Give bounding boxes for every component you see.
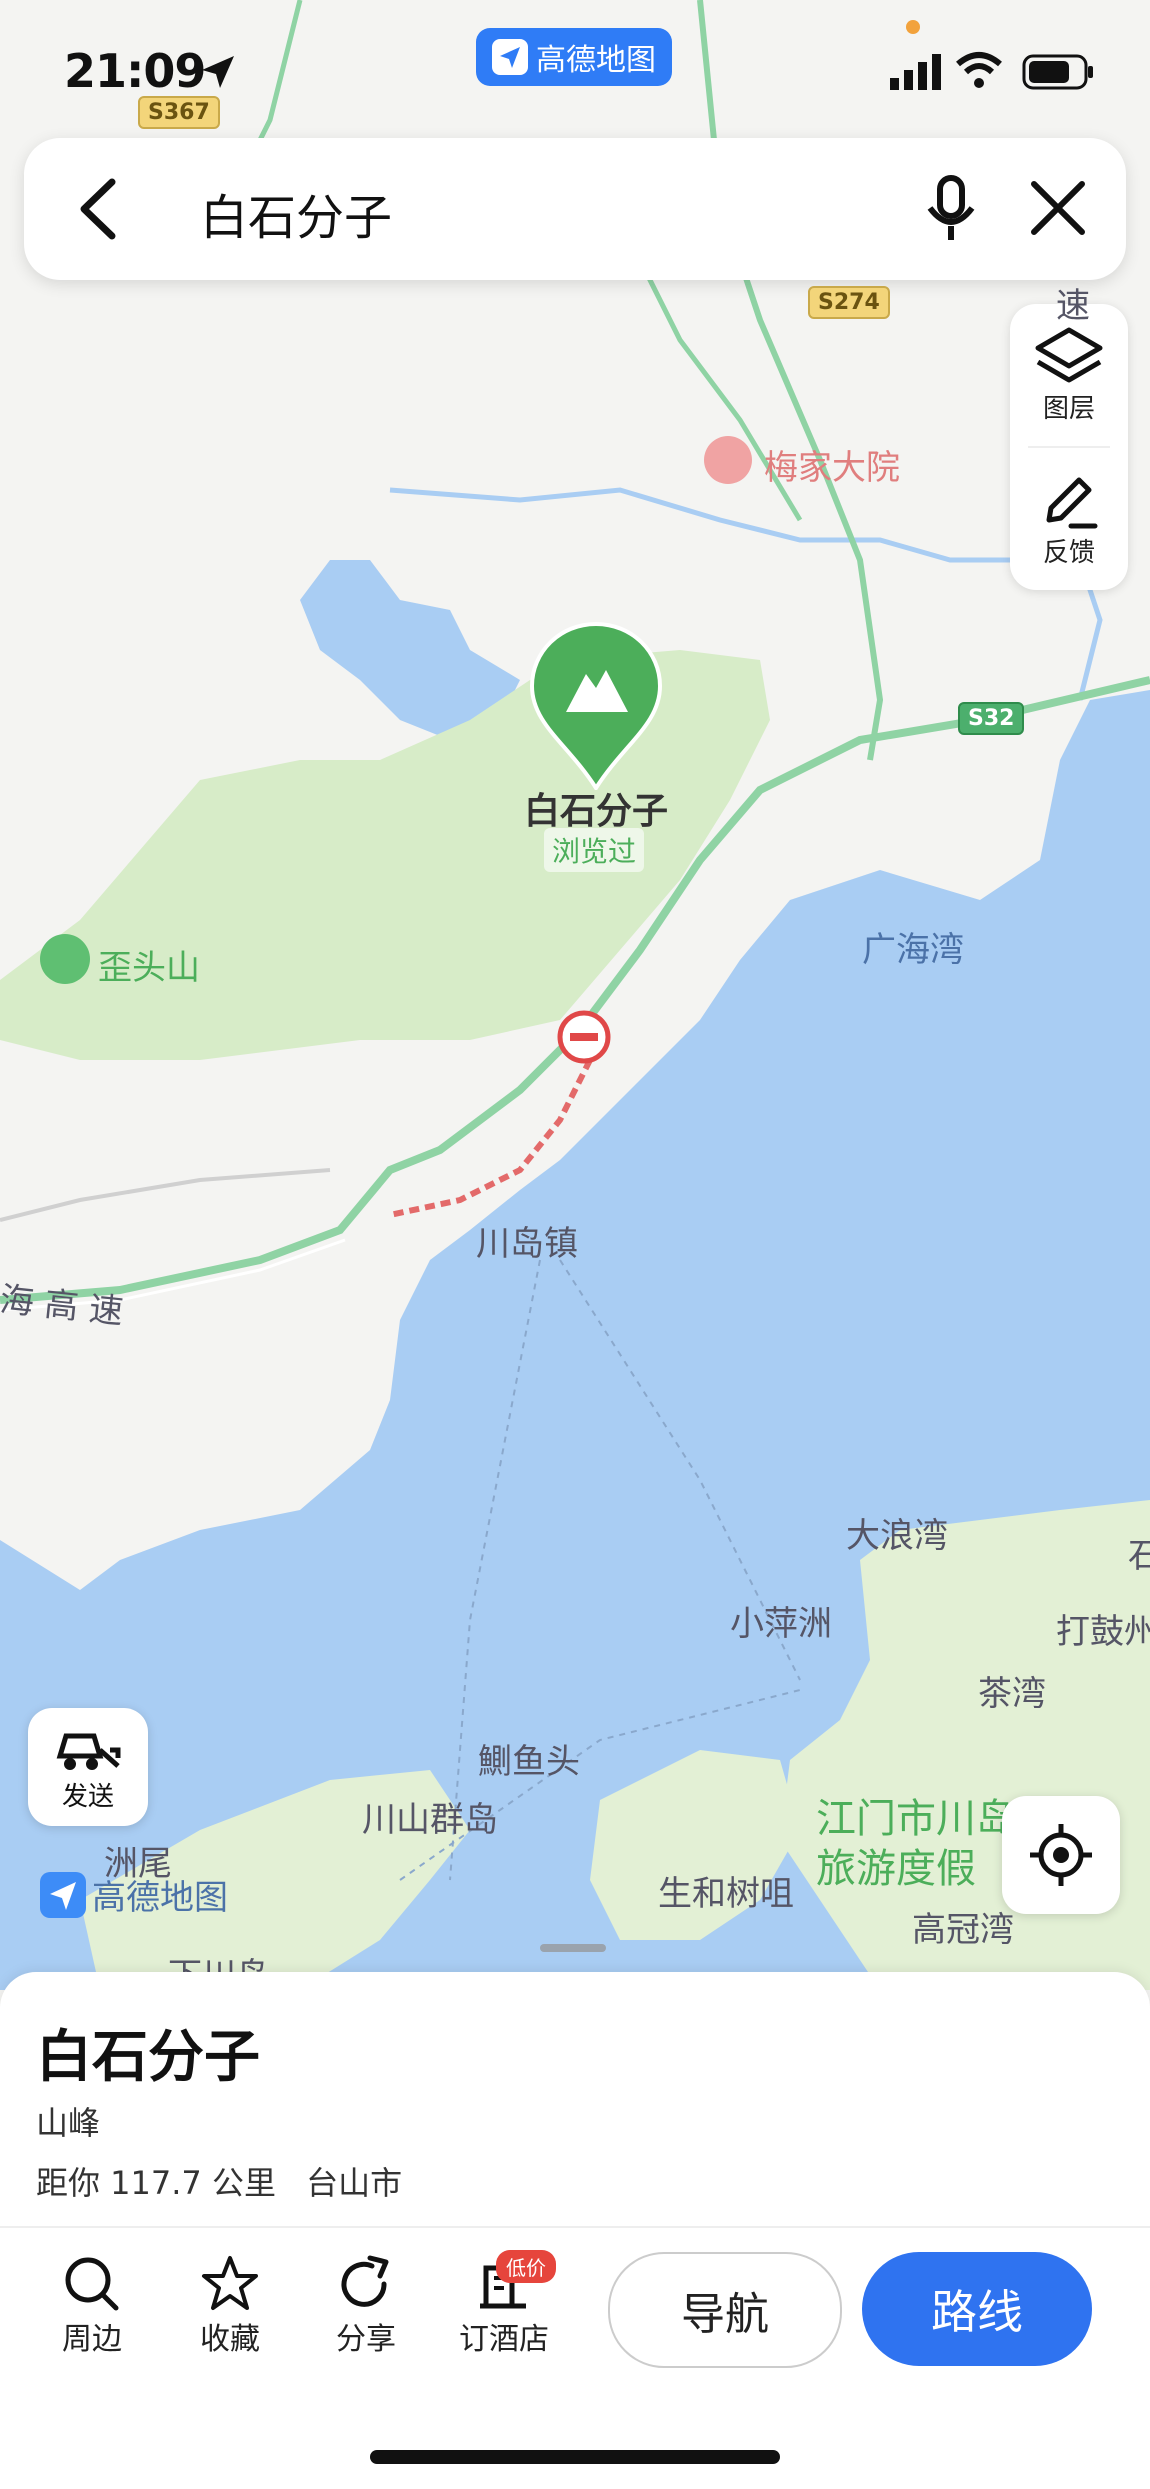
label-shenghe: 生和树咀 bbox=[658, 1874, 794, 1914]
place-pin-icon[interactable] bbox=[528, 620, 664, 790]
map-tools-card: 图层 反馈 bbox=[1010, 304, 1128, 590]
status-time: 21:09 bbox=[64, 44, 206, 98]
locate-me-button[interactable] bbox=[1002, 1796, 1120, 1914]
edit-pencil-icon bbox=[1046, 477, 1098, 529]
label-chuandao: 川岛镇 bbox=[476, 1224, 578, 1264]
low-price-badge: 低价 bbox=[496, 2250, 556, 2283]
navigate-button[interactable]: 导航 bbox=[608, 2252, 842, 2368]
search-bar[interactable]: 白石分子 bbox=[24, 138, 1126, 280]
label-diaoyu: 鰂鱼头 bbox=[478, 1742, 580, 1782]
location-arrow-icon bbox=[202, 56, 234, 88]
label-xiaoping: 小萍洲 bbox=[730, 1604, 832, 1644]
favorite-button[interactable]: 收藏 bbox=[170, 2254, 290, 2358]
car-send-icon bbox=[56, 1733, 121, 1770]
privacy-dot bbox=[906, 20, 920, 34]
amap-watermark-icon bbox=[40, 1871, 86, 1918]
place-distance: 距你 117.7 公里 bbox=[36, 2164, 276, 2202]
locate-crosshair-icon bbox=[1030, 1824, 1092, 1886]
place-distance-row: 距你 117.7 公里 台山市 bbox=[36, 2158, 402, 2204]
road-shield-s367: S367 bbox=[138, 96, 220, 129]
road-shield-s32: S32 bbox=[958, 702, 1025, 735]
nearby-button[interactable]: 周边 bbox=[32, 2254, 152, 2358]
label-edge: 石 bbox=[1128, 1536, 1150, 1576]
label-chuanshan: 川山群岛 bbox=[362, 1800, 498, 1840]
layers-label: 图层 bbox=[1042, 394, 1095, 424]
back-icon[interactable] bbox=[68, 176, 128, 242]
amap-logo-icon bbox=[492, 39, 528, 75]
home-indicator[interactable] bbox=[370, 2450, 780, 2464]
place-city: 台山市 bbox=[306, 2164, 403, 2202]
share-label: 分享 bbox=[336, 2322, 396, 2357]
layers-icon bbox=[1035, 327, 1103, 383]
hotel-label: 订酒店 bbox=[459, 2322, 549, 2357]
sheet-divider bbox=[0, 2226, 1150, 2228]
wifi-icon bbox=[956, 52, 1002, 88]
feedback-label: 反馈 bbox=[1042, 538, 1095, 568]
label-waitou[interactable]: 歪头山 bbox=[98, 940, 200, 989]
label-dalang: 大浪湾 bbox=[846, 1516, 948, 1556]
star-icon bbox=[202, 2256, 258, 2310]
app-return-pill[interactable]: 高德地图 bbox=[476, 28, 672, 86]
poi-meijia-icon bbox=[704, 436, 752, 484]
road-shield-s274: S274 bbox=[808, 286, 890, 319]
label-jiangmen-2[interactable]: 旅游度假 bbox=[816, 1836, 976, 1894]
search-icon bbox=[65, 2257, 119, 2311]
battery-icon bbox=[1022, 54, 1093, 90]
microphone-icon[interactable] bbox=[922, 174, 980, 244]
feedback-button[interactable]: 反馈 bbox=[1010, 470, 1128, 569]
label-dagu: 打鼓州 bbox=[1056, 1612, 1150, 1652]
label-chawan: 茶湾 bbox=[978, 1674, 1046, 1714]
place-title: 白石分子 bbox=[36, 2025, 260, 2090]
search-input[interactable]: 白石分子 bbox=[200, 178, 392, 248]
tools-divider bbox=[1028, 446, 1110, 448]
pin-title: 白石分子 bbox=[524, 791, 669, 832]
share-icon bbox=[341, 2255, 389, 2307]
route-button[interactable]: 路线 bbox=[862, 2252, 1092, 2366]
place-type: 山峰 bbox=[36, 2104, 101, 2142]
close-icon[interactable] bbox=[1028, 178, 1088, 238]
favorite-label: 收藏 bbox=[200, 2322, 260, 2357]
send-to-car-button[interactable]: 发送 bbox=[28, 1708, 148, 1826]
label-suo: 速 bbox=[1056, 286, 1090, 326]
sheet-handle[interactable] bbox=[540, 1944, 606, 1952]
amap-watermark-label: 高德地图 bbox=[92, 1878, 228, 1918]
label-gaoguan: 高冠湾 bbox=[912, 1910, 1014, 1950]
mountain-small-icon bbox=[40, 934, 90, 984]
signal-icon bbox=[890, 54, 941, 90]
pin-visited-tag: 浏览过 bbox=[544, 828, 645, 872]
amap-watermark: 高德地图 bbox=[40, 1870, 228, 1919]
nearby-label: 周边 bbox=[62, 2322, 122, 2357]
app-pill-label: 高德地图 bbox=[536, 43, 656, 78]
poi-meijia-label[interactable]: 梅家大院 bbox=[764, 440, 900, 489]
layers-button[interactable]: 图层 bbox=[1010, 326, 1128, 425]
send-label: 发送 bbox=[61, 1781, 114, 1812]
label-guanghai: 广海湾 bbox=[862, 930, 964, 970]
share-button[interactable]: 分享 bbox=[306, 2254, 426, 2358]
